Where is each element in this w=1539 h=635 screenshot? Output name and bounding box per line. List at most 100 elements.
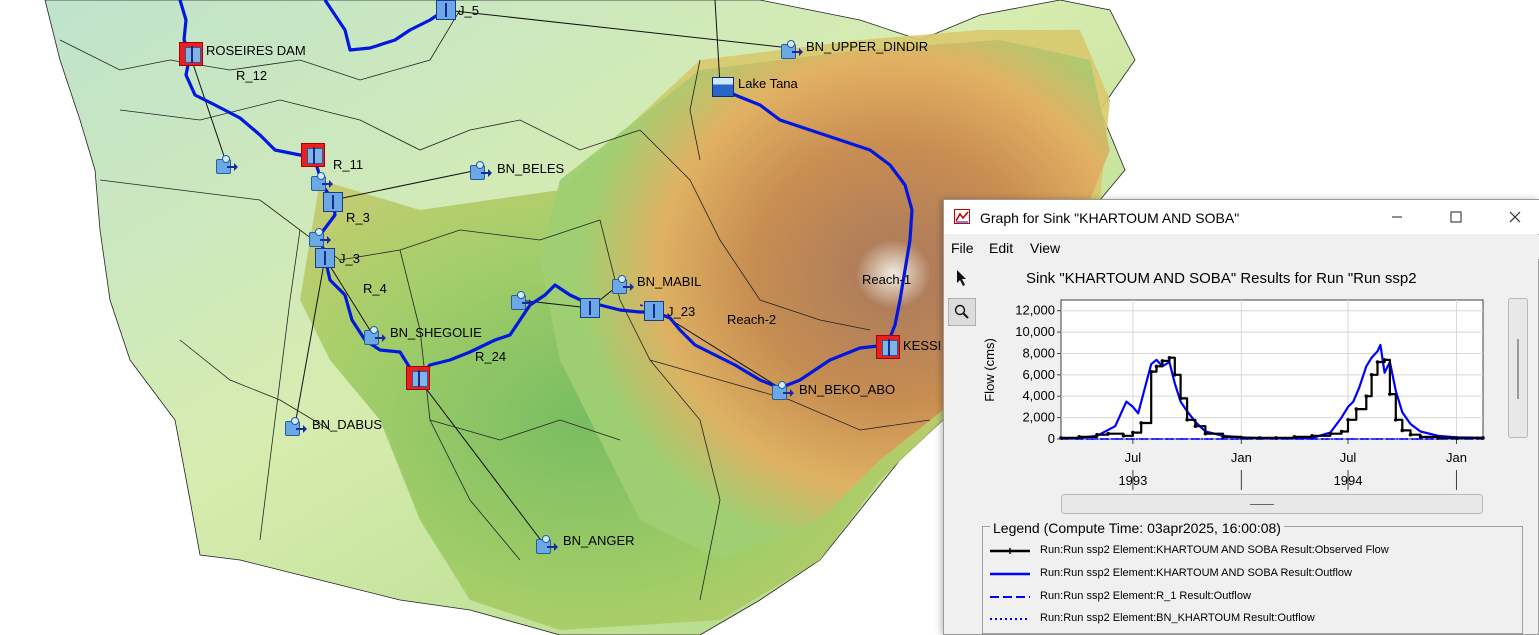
- label-r4: R_4: [363, 281, 387, 296]
- vertical-scrollbar[interactable]: [1508, 298, 1528, 438]
- junction-r3-icon[interactable]: [323, 192, 343, 212]
- x-tick-label: Jul: [1340, 450, 1357, 465]
- subbasin-bn-anger-icon[interactable]: [536, 535, 558, 554]
- legend-item-bn-khartoum: Run:Run ssp2 Element:BN_KHARTOUM Result:…: [990, 611, 1510, 627]
- observed-point: [1393, 417, 1398, 422]
- observed-point: [1418, 435, 1423, 439]
- legend-swatch-bn-khartoum: [990, 618, 1030, 620]
- label-bn-mabil: BN_MABIL: [637, 274, 702, 289]
- observed-point: [1354, 407, 1359, 411]
- legend-item-observed: Run:Run ssp2 Element:KHARTOUM AND SOBA R…: [990, 543, 1510, 559]
- observed-point: [1185, 417, 1189, 422]
- observed-point: [1481, 436, 1485, 440]
- label-j3: J_3: [339, 251, 360, 266]
- label-r3: R_3: [346, 210, 370, 225]
- observed-point: [1167, 355, 1172, 360]
- year-label: 1994: [1334, 473, 1363, 488]
- legend-item-outflow: Run:Run ssp2 Element:KHARTOUM AND SOBA R…: [990, 566, 1510, 582]
- observed-point: [1095, 432, 1099, 437]
- vertical-scroll-thumb[interactable]: [1517, 339, 1519, 399]
- label-bn-beles: BN_BELES: [497, 161, 565, 176]
- legend-label-outflow: Run:Run ssp2 Element:KHARTOUM AND SOBA R…: [1040, 567, 1352, 579]
- subbasin-bn-beles-icon[interactable]: [470, 161, 492, 180]
- kessie-reservoir-icon[interactable]: [876, 335, 900, 359]
- roseires-dam-icon[interactable]: [179, 42, 203, 66]
- observed-point: [1274, 436, 1278, 440]
- y-tick-label: 2,000: [1022, 410, 1055, 425]
- plot-area: [1060, 299, 1484, 440]
- observed-point: [1454, 436, 1459, 440]
- legend-title: Legend (Compute Time: 03apr2025, 16:00:0…: [990, 520, 1284, 536]
- label-bn-dabus: BN_DABUS: [312, 417, 383, 432]
- subbasin-bn-upper-dindir-icon[interactable]: [781, 40, 803, 59]
- subbasin-bn-mabil-icon[interactable]: [612, 275, 634, 294]
- y-axis: 0 2,000 4,000 6,000 8,000 10,000 12,000: [1015, 303, 1061, 446]
- horizontal-scrollbar[interactable]: [1061, 494, 1483, 514]
- observed-point: [1369, 373, 1374, 377]
- observed-point: [1400, 428, 1405, 433]
- legend-label-observed: Run:Run ssp2 Element:KHARTOUM AND SOBA R…: [1040, 544, 1389, 556]
- horizontal-scroll-thumb[interactable]: [1250, 504, 1274, 505]
- label-r12: R_12: [236, 68, 268, 83]
- observed-point: [1203, 431, 1208, 436]
- junction-j3-icon[interactable]: [315, 248, 335, 268]
- label-lake-tana: Lake Tana: [738, 76, 798, 91]
- observed-point: [1149, 369, 1153, 374]
- observed-point: [1328, 431, 1333, 436]
- y-axis-label: Flow (cms): [982, 338, 997, 402]
- subbasin-bn-beko-abo-icon[interactable]: [772, 381, 794, 400]
- observed-point: [1436, 436, 1441, 440]
- subbasin-bn-dabus-icon[interactable]: [285, 417, 307, 436]
- label-bn-shegolie: BN_SHEGOLIE: [390, 325, 482, 340]
- observed-point: [1193, 424, 1198, 428]
- legend-swatch-outflow: [990, 572, 1030, 576]
- observed-point: [1310, 433, 1314, 438]
- legend-label-r1: Run:Run ssp2 Element:R_1 Result:Outflow: [1040, 590, 1251, 602]
- observed-point: [1408, 432, 1413, 437]
- lake-tana-icon[interactable]: [712, 77, 734, 97]
- label-r11: R_11: [333, 157, 364, 172]
- observed-point: [1172, 373, 1177, 377]
- year-label: 1993: [1118, 473, 1147, 488]
- y-tick-label: 4,000: [1022, 388, 1055, 403]
- observed-point: [1221, 435, 1225, 439]
- x-tick-label: Jan: [1231, 450, 1252, 465]
- observed-point: [1375, 360, 1380, 364]
- label-reach-1: Reach-1: [862, 272, 912, 287]
- label-bn-beko-abo: BN_BEKO_ABO: [799, 382, 896, 397]
- observed-point: [1059, 436, 1063, 440]
- dam-bn-shegolie-icon[interactable]: [406, 366, 430, 390]
- junction-j23-icon[interactable]: [644, 301, 664, 321]
- legend-label-bn-khartoum: Run:Run ssp2 Element:BN_KHARTOUM Result:…: [1040, 612, 1315, 624]
- subbasin-r11-icon[interactable]: [311, 172, 333, 191]
- observed-point: [1121, 433, 1126, 438]
- dam-r11-icon[interactable]: [301, 143, 325, 167]
- legend-swatch-observed: [990, 548, 1030, 554]
- subbasin-r3-icon[interactable]: [309, 228, 331, 247]
- observed-point: [1292, 435, 1297, 439]
- junction-j5-icon[interactable]: [436, 0, 456, 20]
- label-bn-upper-dindir: BN_UPPER_DINDIR: [806, 39, 929, 54]
- label-roseires-dam: ROSEIRES DAM: [206, 43, 306, 58]
- y-tick-label: 12,000: [1015, 303, 1055, 318]
- label-kessie: KESSI: [903, 338, 942, 353]
- junction-mabil-icon[interactable]: [580, 298, 600, 318]
- legend-item-r1: Run:Run ssp2 Element:R_1 Result:Outflow: [990, 589, 1510, 605]
- label-bn-anger: BN_ANGER: [563, 533, 635, 548]
- observed-point: [1077, 435, 1082, 439]
- observed-point: [1339, 429, 1344, 434]
- observed-point: [1388, 392, 1392, 396]
- observed-point: [1382, 358, 1387, 362]
- subbasin-mabil-west-icon[interactable]: [511, 291, 533, 310]
- observed-point: [1106, 431, 1110, 436]
- y-tick-label: 8,000: [1022, 345, 1055, 360]
- subbasin-bn-shegolie-icon[interactable]: [364, 326, 386, 345]
- observed-point: [1178, 396, 1183, 401]
- legend-swatch-r1: [990, 596, 1030, 598]
- graph-window[interactable]: Graph for Sink "KHARTOUM AND SOBA" File …: [943, 199, 1539, 635]
- x-tick-label: Jan: [1446, 450, 1467, 465]
- label-j5: J_5: [458, 3, 479, 18]
- x-axis: Jul 1993 Jan Jul 1994 Jan: [1118, 439, 1467, 490]
- subbasin-r12-icon[interactable]: [216, 155, 238, 174]
- observed-point: [1160, 359, 1165, 363]
